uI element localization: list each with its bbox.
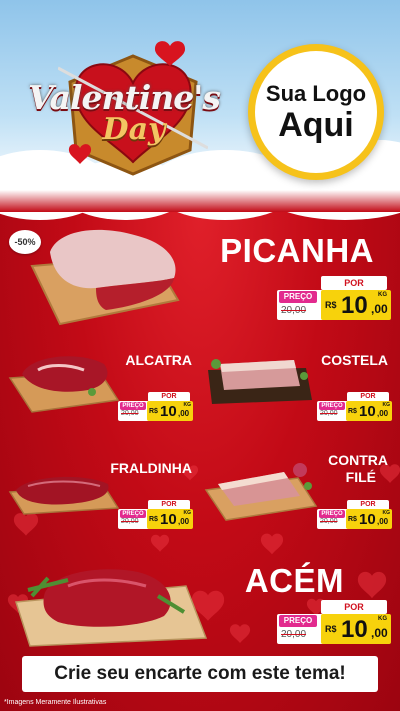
new-price: R$ 10 ,00 KG: [321, 290, 391, 320]
acem-image: [15, 569, 208, 647]
price-decimal: ,00: [377, 409, 389, 418]
unit-label: KG: [382, 402, 391, 408]
logo-line-1: Sua Logo: [265, 81, 367, 106]
currency-label: R$: [149, 408, 158, 415]
product-name-contra-line2: FILÉ: [345, 469, 376, 485]
old-price: 20,00: [320, 518, 338, 525]
currency-label: R$: [149, 516, 158, 523]
preco-label: PREÇO: [319, 510, 345, 518]
new-price: R$ 10 ,00 KG: [346, 509, 392, 529]
price-integer: 10: [359, 403, 376, 420]
price-decimal: ,00: [178, 409, 190, 418]
product-name-picanha: PICANHA: [220, 232, 374, 269]
unit-label: KG: [378, 292, 387, 298]
unit-label: KG: [183, 402, 192, 408]
price-tag-alcatra: POR PREÇO 20,00 R$ 10 ,00 KG: [118, 392, 194, 422]
price-tag-costela: POR PREÇO 20,00 R$ 10 ,00 KG: [317, 392, 393, 422]
por-label: POR: [321, 600, 387, 614]
contra-file-image: [204, 463, 318, 521]
new-price: R$ 10 ,00 KG: [147, 509, 193, 529]
flyer: Valentine's Day Sua Logo Aqui -50% PICAN…: [0, 0, 400, 711]
alcatra-image: [8, 356, 120, 413]
unit-label: KG: [382, 510, 391, 516]
currency-label: R$: [325, 624, 337, 634]
price-tag-acem: POR PREÇO 20,00 R$ 10 ,00 KG: [277, 600, 393, 646]
preco-label: PREÇO: [120, 402, 146, 410]
price-decimal: ,00: [377, 517, 389, 526]
logo-line-2: Aqui: [278, 106, 354, 144]
footnote: *Imagens Meramente Ilustrativas: [4, 699, 107, 706]
logo-placeholder: Sua Logo Aqui: [248, 44, 384, 180]
fraldinha-image: [8, 476, 120, 515]
price-integer: 10: [359, 511, 376, 528]
costela-image: [208, 359, 312, 404]
price-integer: 10: [160, 403, 177, 420]
price-decimal: ,00: [371, 302, 388, 316]
old-price: 20,00: [320, 410, 338, 417]
preco-label: PREÇO: [279, 615, 317, 627]
price-integer: 10: [160, 511, 177, 528]
old-price: 20,00: [121, 518, 139, 525]
discount-badge: -50%: [9, 230, 41, 254]
cta-banner: Crie seu encarte com este tema!: [22, 656, 378, 692]
new-price: R$ 10 ,00 KG: [321, 614, 391, 644]
price-integer: 10: [341, 292, 368, 319]
new-price: R$ 10 ,00 KG: [346, 401, 392, 421]
preco-label: PREÇO: [319, 402, 345, 410]
price-tag-fraldinha: POR PREÇO 20,00 R$ 10 ,00 KG: [118, 500, 194, 530]
currency-label: R$: [348, 516, 357, 523]
unit-label: KG: [183, 510, 192, 516]
product-name-fraldinha: FRALDINHA: [110, 460, 192, 476]
unit-label: KG: [378, 616, 387, 622]
por-label: POR: [321, 276, 387, 290]
product-name-contra-line1: CONTRA: [328, 452, 388, 468]
price-decimal: ,00: [371, 626, 388, 640]
price-integer: 10: [341, 616, 368, 643]
product-name-costela: COSTELA: [321, 352, 388, 368]
preco-label: PREÇO: [279, 291, 317, 303]
price-tag-picanha: POR PREÇO 20,00 R$ 10 ,00 KG: [277, 276, 393, 322]
title-day: Day: [102, 112, 166, 147]
old-price: 20,00: [281, 305, 307, 316]
price-decimal: ,00: [178, 517, 190, 526]
product-name-acem: ACÉM: [244, 562, 344, 599]
old-price: 20,00: [281, 629, 307, 640]
price-tag-contra-file: POR PREÇO 20,00 R$ 10 ,00 KG: [317, 500, 393, 530]
preco-label: PREÇO: [120, 510, 146, 518]
product-name-contra-file: CONTRA FILÉ: [328, 452, 388, 486]
cloud-fade: [0, 190, 400, 212]
new-price: R$ 10 ,00 KG: [147, 401, 193, 421]
product-name-alcatra: ALCATRA: [125, 352, 192, 368]
currency-label: R$: [348, 408, 357, 415]
old-price: 20,00: [121, 410, 139, 417]
picanha-image: [30, 229, 180, 326]
currency-label: R$: [325, 300, 337, 310]
